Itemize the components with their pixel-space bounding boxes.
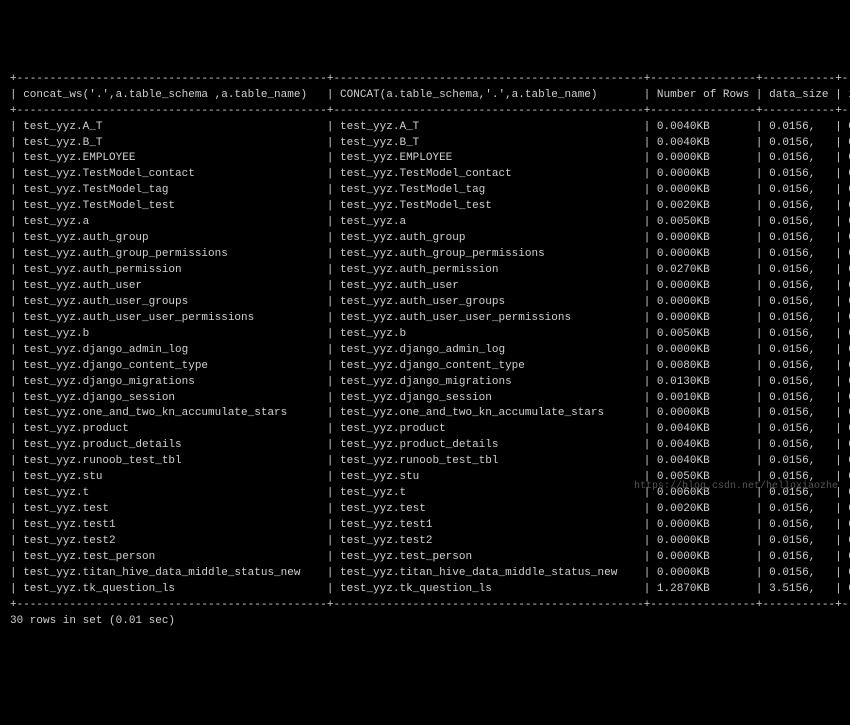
mysql-result-table: +---------------------------------------… — [10, 72, 840, 630]
watermark: https://blog.csdn.net/helloxiaozhe — [634, 480, 838, 495]
